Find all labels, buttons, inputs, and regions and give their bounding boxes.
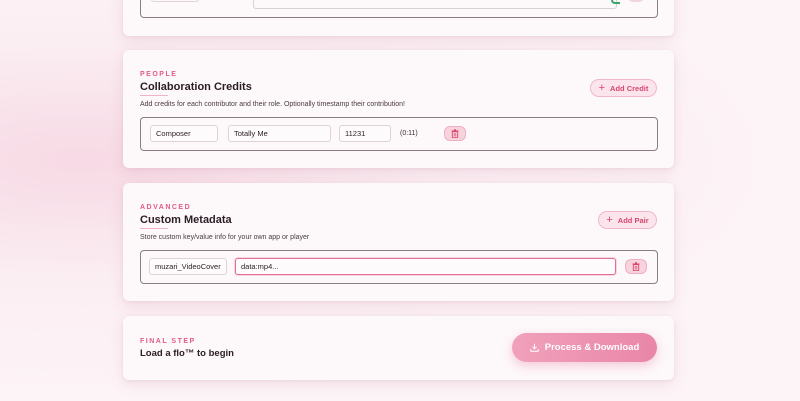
delete-pair-button[interactable] [625,259,647,274]
section-description: Add credits for each contributor and the… [140,101,405,108]
check-mark-icon [611,0,620,4]
section-title: Collaboration Credits [140,81,252,93]
credit-row: Composer Totally Me 11231 (0:11) [140,117,658,151]
download-icon [530,343,539,352]
metadata-row: muzari_VideoCover data:mp4... [140,250,658,284]
plus-icon: + [598,81,606,94]
add-pair-button[interactable]: + Add Pair [598,211,657,229]
title-underline [140,95,168,96]
custom-metadata-card: ADVANCED Custom Metadata Store custom ke… [123,183,674,301]
section-description: Store custom key/value info for your own… [140,234,310,241]
section-eyebrow: PEOPLE [140,71,178,78]
process-download-button[interactable]: Process & Download [512,333,657,362]
final-step-card: FINAL STEP Load a flo™ to begin Process … [123,316,674,380]
section-title: Custom Metadata [140,214,232,226]
add-credit-button[interactable]: + Add Credit [590,79,657,97]
collaboration-credits-card: PEOPLE Collaboration Credits Add credits… [123,50,674,168]
previous-section-card [123,0,674,36]
add-pair-label: Add Pair [617,215,649,225]
previous-textarea[interactable] [253,0,617,9]
previous-field[interactable] [151,0,199,2]
trash-icon [451,129,459,138]
previous-row-frame [140,0,658,18]
section-eyebrow: ADVANCED [140,204,192,211]
section-eyebrow: FINAL STEP [140,338,196,345]
delete-credit-button[interactable] [444,126,466,141]
metadata-key-input[interactable]: muzari_VideoCover [149,258,227,275]
credit-time-display: (0:11) [400,130,418,137]
previous-delete-button[interactable] [626,0,646,2]
credit-role-input[interactable]: Composer [150,125,218,142]
credit-time-input[interactable]: 11231 [339,125,391,142]
process-download-label: Process & Download [544,342,640,353]
title-underline [140,228,168,229]
credit-name-input[interactable]: Totally Me [228,125,331,142]
final-status-text: Load a flo™ to begin [140,348,234,359]
plus-icon: + [606,213,613,226]
trash-icon [632,262,640,271]
add-credit-label: Add Credit [610,83,649,93]
metadata-value-input[interactable]: data:mp4... [235,258,616,275]
